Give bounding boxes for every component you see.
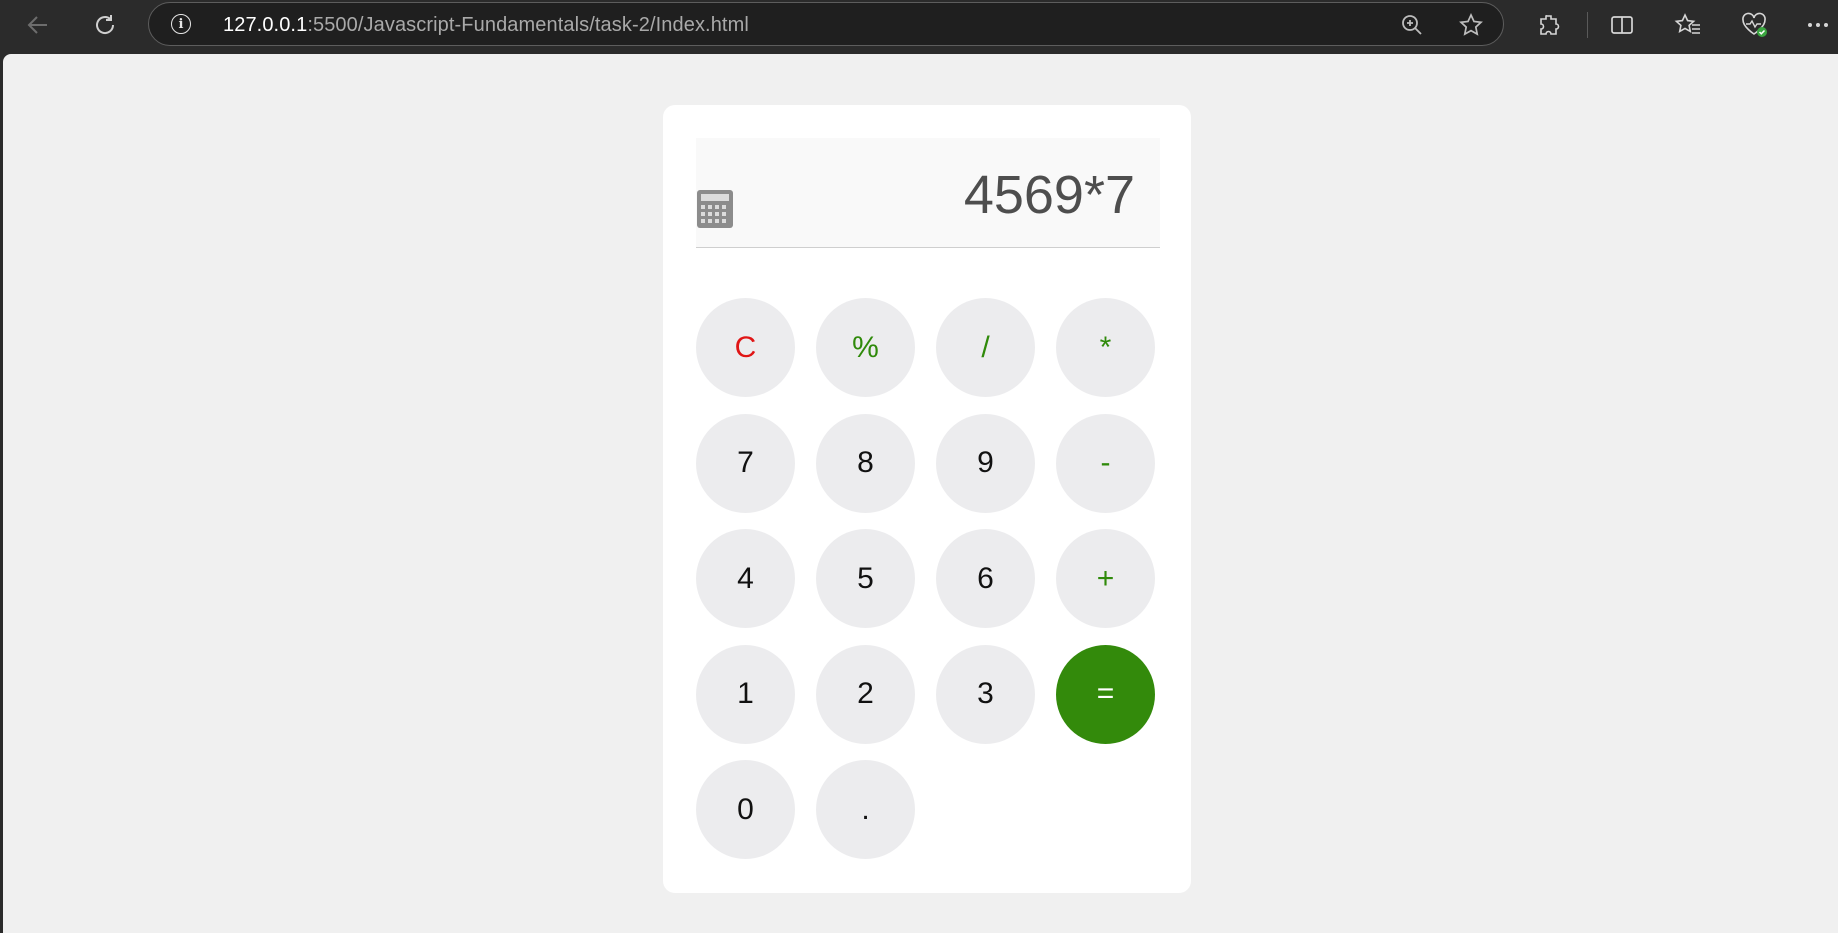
site-info-icon[interactable]: i (171, 14, 191, 34)
split-screen-icon[interactable] (1605, 8, 1639, 42)
key-equals[interactable]: = (1056, 644, 1155, 744)
favorite-star-icon[interactable] (1456, 10, 1486, 40)
key-9[interactable]: 9 (936, 413, 1035, 513)
key-percent[interactable]: % (816, 298, 915, 397)
back-arrow-icon[interactable] (18, 5, 58, 45)
key-decimal[interactable]: . (816, 760, 915, 859)
url-text[interactable]: 127.0.0.1:5500/Javascript-Fundamentals/t… (223, 14, 749, 37)
calculator-display: 4569*7 (696, 138, 1160, 248)
key-4[interactable]: 4 (696, 529, 795, 628)
toolbar-divider (1587, 12, 1588, 38)
calculator-icon (696, 190, 734, 228)
key-5[interactable]: 5 (816, 529, 915, 628)
keypad: C% / * 7 8 9- 4 5 6 +1 2 3 = 0. (696, 298, 1166, 859)
extensions-puzzle-icon[interactable] (1533, 8, 1567, 42)
zoom-icon[interactable] (1397, 10, 1427, 40)
calculator-card: 4569*7 C% / * 7 8 9- 4 5 6 +1 2 3 = 0. (663, 105, 1191, 893)
key-plus[interactable]: + (1056, 529, 1155, 628)
key-8[interactable]: 8 (816, 413, 915, 513)
key-6[interactable]: 6 (936, 529, 1035, 628)
more-menu-icon[interactable] (1803, 8, 1833, 42)
display-value: 4569*7 (963, 165, 1135, 225)
key-7[interactable]: 7 (696, 413, 795, 513)
url-host: 127.0.0.1 (223, 14, 308, 36)
browser-toolbar: i 127.0.0.1:5500/Javascript-Fundamentals… (0, 0, 1838, 50)
url-path: :5500/Javascript-Fundamentals/task-2/Ind… (307, 14, 749, 36)
key-0[interactable]: 0 (696, 760, 795, 859)
browser-essentials-heart-icon[interactable] (1737, 8, 1771, 42)
key-multiply[interactable]: * (1056, 298, 1155, 397)
key-2[interactable]: 2 (816, 644, 915, 744)
key-divide[interactable]: / (936, 298, 1035, 397)
key-3[interactable]: 3 (936, 644, 1035, 744)
key-minus[interactable]: - (1056, 413, 1155, 513)
address-bar[interactable]: i 127.0.0.1:5500/Javascript-Fundamentals… (148, 2, 1504, 46)
key-clear[interactable]: C (696, 298, 795, 397)
refresh-icon[interactable] (85, 5, 125, 45)
favorites-collection-icon[interactable] (1671, 8, 1705, 42)
key-1[interactable]: 1 (696, 644, 795, 744)
